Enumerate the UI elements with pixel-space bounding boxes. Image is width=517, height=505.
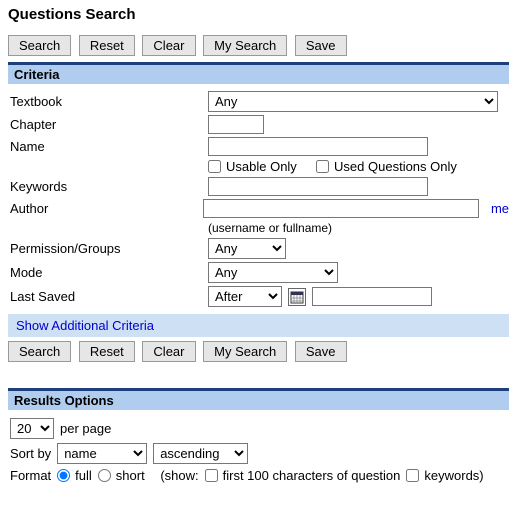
reset-button-2[interactable]: Reset — [79, 341, 135, 362]
author-label: Author — [8, 201, 203, 216]
reset-button[interactable]: Reset — [79, 35, 135, 56]
usable-only-option[interactable]: Usable Only — [208, 159, 297, 174]
chapter-label: Chapter — [8, 117, 208, 132]
calendar-icon[interactable] — [288, 288, 306, 306]
last-saved-op-select[interactable]: After — [208, 286, 282, 307]
used-only-label: Used Questions Only — [334, 159, 457, 174]
format-short-label: short — [116, 468, 145, 483]
usable-only-checkbox[interactable] — [208, 160, 221, 173]
permission-select[interactable]: Any — [208, 238, 286, 259]
clear-button-2[interactable]: Clear — [142, 341, 195, 362]
page-title: Questions Search — [8, 6, 509, 23]
show-additional-bar: Show Additional Criteria — [8, 314, 509, 337]
author-hint: (username or fullname) — [208, 221, 332, 235]
show-keywords-label: keywords) — [424, 468, 483, 483]
mode-select[interactable]: Any — [208, 262, 338, 283]
usable-only-label: Usable Only — [226, 159, 297, 174]
format-full-option[interactable]: full — [57, 468, 92, 483]
criteria-header: Criteria — [8, 65, 509, 84]
used-only-checkbox[interactable] — [316, 160, 329, 173]
format-full-radio[interactable] — [57, 469, 70, 482]
save-button-2[interactable]: Save — [295, 341, 347, 362]
my-search-button-2[interactable]: My Search — [203, 341, 287, 362]
show-additional-link[interactable]: Show Additional Criteria — [16, 318, 154, 333]
mode-label: Mode — [8, 265, 208, 280]
keywords-label: Keywords — [8, 179, 208, 194]
name-label: Name — [8, 139, 208, 154]
first100-checkbox[interactable] — [205, 469, 218, 482]
last-saved-input[interactable] — [312, 287, 432, 306]
per-page-label: per page — [60, 421, 111, 436]
sort-by-label: Sort by — [10, 446, 51, 461]
keywords-input[interactable] — [208, 177, 428, 196]
save-button[interactable]: Save — [295, 35, 347, 56]
clear-button[interactable]: Clear — [142, 35, 195, 56]
search-button-2[interactable]: Search — [8, 341, 71, 362]
sort-dir-select[interactable]: ascending — [153, 443, 248, 464]
format-label: Format — [10, 468, 51, 483]
textbook-select[interactable]: Any — [208, 91, 498, 112]
format-short-radio[interactable] — [98, 469, 111, 482]
top-toolbar: Search Reset Clear My Search Save — [8, 35, 509, 56]
sort-by-select[interactable]: name — [57, 443, 147, 464]
my-search-button[interactable]: My Search — [203, 35, 287, 56]
show-keywords-checkbox[interactable] — [406, 469, 419, 482]
first100-option[interactable]: first 100 characters of question — [205, 468, 401, 483]
author-input[interactable] — [203, 199, 479, 218]
me-link[interactable]: me — [491, 201, 509, 216]
criteria-form: Textbook Any Chapter Name Usable Only — [8, 84, 509, 314]
per-page-select[interactable]: 20 — [10, 418, 54, 439]
results-options: 20 per page Sort by name ascending Forma… — [8, 410, 509, 491]
last-saved-label: Last Saved — [8, 289, 208, 304]
show-keywords-option[interactable]: keywords) — [406, 468, 483, 483]
show-label: (show: — [160, 468, 198, 483]
format-full-label: full — [75, 468, 92, 483]
bottom-toolbar: Search Reset Clear My Search Save — [8, 341, 509, 362]
search-button[interactable]: Search — [8, 35, 71, 56]
format-short-option[interactable]: short — [98, 468, 145, 483]
results-header: Results Options — [8, 391, 509, 410]
used-only-option[interactable]: Used Questions Only — [316, 159, 457, 174]
name-input[interactable] — [208, 137, 428, 156]
first100-label: first 100 characters of question — [223, 468, 401, 483]
permission-label: Permission/Groups — [8, 241, 208, 256]
textbook-label: Textbook — [8, 94, 208, 109]
chapter-input[interactable] — [208, 115, 264, 134]
